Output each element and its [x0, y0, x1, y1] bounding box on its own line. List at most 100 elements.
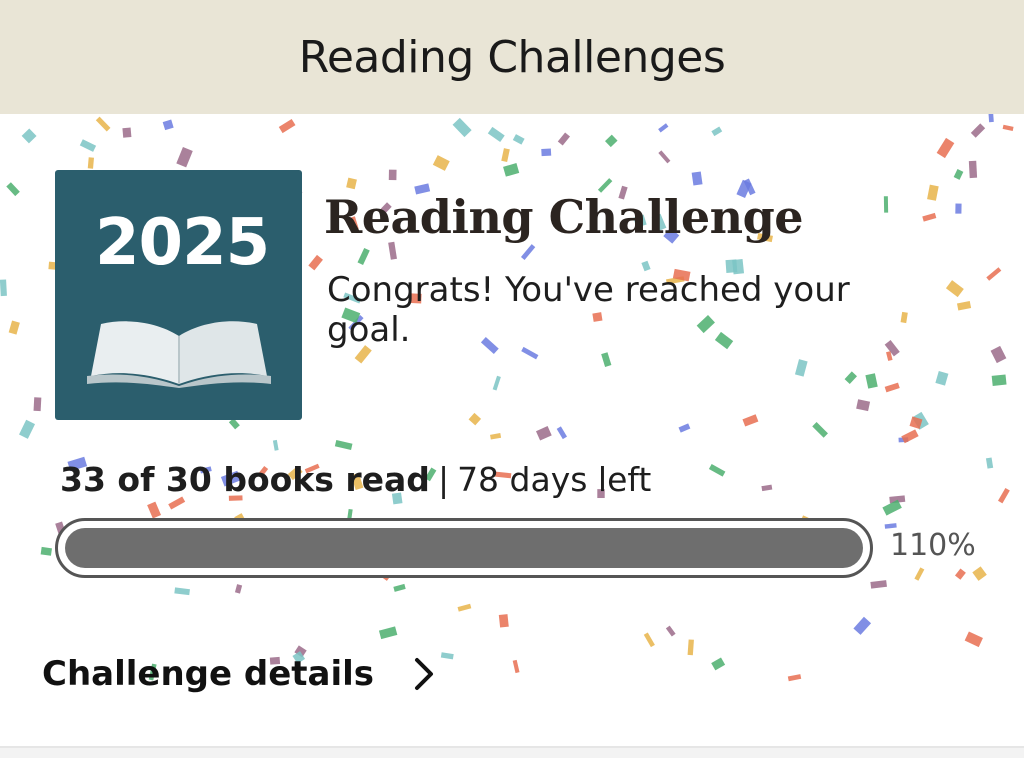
confetti-piece	[794, 359, 808, 377]
confetti-piece	[953, 169, 964, 180]
confetti-piece	[884, 382, 900, 393]
challenge-card[interactable]: 2025 Reading Challenge Congrats! You've …	[0, 114, 1024, 746]
challenge-details-link[interactable]: Challenge details	[42, 654, 438, 694]
confetti-piece	[853, 616, 872, 635]
confetti-piece	[122, 127, 132, 138]
confetti-piece	[174, 587, 190, 596]
confetti-piece	[882, 499, 902, 516]
confetti-piece	[909, 416, 923, 429]
confetti-piece	[901, 429, 919, 444]
confetti-piece	[658, 123, 669, 133]
confetti-piece	[935, 370, 949, 386]
confetti-piece	[883, 196, 889, 213]
confetti-piece	[556, 426, 568, 440]
confetti-piece	[856, 399, 871, 412]
progress-bar-fill	[65, 528, 863, 568]
confetti-piece	[334, 439, 353, 450]
confetti-piece	[955, 203, 962, 214]
confetti-piece	[452, 117, 472, 138]
progress-bar	[55, 518, 873, 578]
confetti-piece	[388, 241, 397, 260]
confetti-piece	[711, 126, 723, 137]
confetti-piece	[945, 280, 964, 298]
confetti-piece	[520, 244, 536, 260]
confetti-piece	[378, 626, 398, 640]
challenge-badge: 2025	[55, 170, 302, 420]
confetti-piece	[308, 254, 323, 271]
open-book-icon	[87, 321, 271, 388]
confetti-piece	[346, 177, 357, 190]
confetti-piece	[432, 155, 450, 171]
confetti-piece	[658, 150, 671, 164]
confetti-piece	[708, 464, 726, 477]
confetti-piece	[964, 631, 983, 648]
confetti-piece	[6, 182, 20, 197]
confetti-piece	[490, 433, 502, 440]
confetti-piece	[927, 184, 939, 201]
confetti-piece	[512, 659, 520, 674]
confetti-piece	[468, 412, 482, 426]
confetti-piece	[643, 632, 655, 648]
confetti-piece	[889, 495, 906, 504]
confetti-piece	[865, 373, 878, 389]
confetti-piece	[357, 247, 370, 265]
confetti-piece	[998, 487, 1010, 504]
confetti-piece	[711, 657, 726, 671]
confetti-piece	[0, 279, 7, 297]
congrats-message: Congrats! You've reached your goal.	[327, 270, 850, 350]
confetti-piece	[512, 134, 525, 145]
progress-percent: 110%	[890, 528, 976, 563]
books-read-count: 33 of 30 books read	[60, 460, 430, 499]
confetti-piece	[234, 584, 243, 594]
confetti-piece	[844, 371, 857, 385]
confetti-piece	[985, 457, 994, 469]
confetti-piece	[898, 437, 909, 443]
confetti-piece	[535, 426, 552, 441]
confetti-piece	[665, 625, 676, 637]
challenge-title: Reading Challenge	[324, 190, 804, 244]
chevron-right-icon	[415, 658, 434, 690]
confetti-piece	[557, 132, 570, 146]
progress-stats: 33 of 30 books read | 78 days left	[60, 460, 651, 499]
confetti-piece	[492, 375, 501, 391]
confetti-piece	[278, 118, 296, 134]
confetti-piece	[87, 157, 94, 169]
confetti-piece	[79, 139, 97, 152]
confetti-piece	[487, 126, 505, 143]
confetti-piece	[742, 414, 759, 427]
confetti-piece	[691, 171, 703, 186]
confetti-piece	[988, 114, 994, 123]
confetti-piece	[678, 423, 691, 433]
confetti-piece	[440, 652, 454, 660]
confetti-piece	[498, 614, 509, 628]
confetti-piece	[954, 568, 966, 580]
confetti-piece	[968, 160, 978, 179]
confetti-piece	[922, 212, 937, 222]
confetti-piece	[162, 119, 174, 131]
challenge-details-label: Challenge details	[42, 654, 375, 694]
confetti-piece	[393, 583, 406, 592]
top-header: Reading Challenges	[0, 0, 1024, 114]
confetti-piece	[912, 411, 929, 430]
confetti-piece	[956, 301, 972, 311]
confetti-piece	[970, 123, 986, 138]
confetti-piece	[541, 148, 552, 157]
confetti-piece	[914, 567, 925, 581]
confetti-piece	[761, 484, 773, 492]
badge-year: 2025	[95, 206, 270, 280]
confetti-piece	[176, 147, 193, 168]
confetti-piece	[812, 422, 828, 438]
page-title: Reading Challenges	[298, 31, 726, 83]
confetti-piece	[870, 580, 887, 589]
stats-separator: |	[437, 460, 450, 499]
confetti-piece	[8, 320, 20, 335]
confetti-piece	[457, 603, 472, 612]
confetti-piece	[990, 345, 1007, 364]
confetti-piece	[501, 148, 510, 163]
confetti-piece	[147, 501, 162, 519]
confetti-piece	[388, 169, 397, 181]
days-left: 78 days left	[457, 460, 652, 499]
confetti-piece	[272, 439, 279, 451]
confetti-piece	[1002, 124, 1014, 131]
confetti-piece	[986, 267, 1002, 281]
